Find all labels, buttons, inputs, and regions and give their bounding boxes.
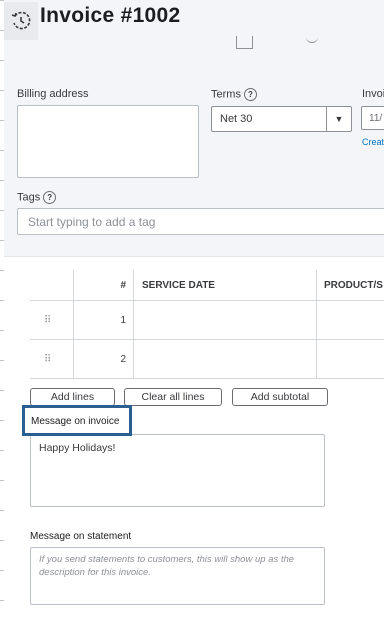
- checkbox-partial[interactable]: [236, 36, 253, 49]
- invoice-date-label: Invoi: [362, 88, 384, 100]
- invoice-date-input[interactable]: 11/: [361, 106, 384, 130]
- message-on-invoice-label: Message on invoice: [22, 405, 132, 436]
- add-lines-button[interactable]: Add lines: [30, 388, 115, 406]
- header-service-date[interactable]: SERVICE DATE: [142, 270, 215, 300]
- header-num: #: [120, 279, 126, 291]
- create-link[interactable]: Creat: [362, 137, 384, 147]
- help-icon[interactable]: ?: [243, 88, 257, 101]
- billing-address-label: Billing address: [17, 88, 89, 100]
- header-product[interactable]: PRODUCT/S: [324, 270, 383, 300]
- column-divider: [133, 340, 134, 378]
- terms-select[interactable]: Net 30 ▼: [211, 106, 352, 132]
- table-row[interactable]: ⠿ 2: [30, 340, 384, 379]
- tags-label-text: Tags: [17, 191, 41, 204]
- clear-all-lines-button[interactable]: Clear all lines: [124, 388, 222, 406]
- message-on-statement-input[interactable]: If you send statements to customers, thi…: [30, 547, 325, 605]
- column-divider: [316, 340, 317, 378]
- terms-label-text: Terms: [211, 88, 241, 101]
- terms-label: Terms?: [211, 88, 257, 101]
- drag-handle-icon[interactable]: ⠿: [44, 340, 51, 378]
- column-divider: [133, 301, 134, 339]
- tags-label: Tags?: [17, 191, 57, 204]
- message-on-invoice-text: Happy Holidays!: [39, 442, 116, 454]
- row-number: 2: [120, 353, 126, 365]
- column-divider: [133, 270, 134, 300]
- billing-address-input[interactable]: [17, 105, 199, 178]
- table-header: # SERVICE DATE PRODUCT/S: [30, 270, 384, 301]
- product-table: # SERVICE DATE PRODUCT/S ⠿ 1 ⠿ 2: [30, 270, 384, 379]
- add-subtotal-button[interactable]: Add subtotal: [232, 388, 328, 406]
- message-on-statement-label: Message on statement: [30, 531, 132, 542]
- page-title: Invoice #1002: [40, 4, 181, 27]
- row-number: 1: [120, 314, 126, 326]
- history-clock-icon: [11, 11, 31, 30]
- message-on-invoice-input[interactable]: Happy Holidays!: [30, 434, 325, 507]
- history-button[interactable]: [4, 2, 38, 40]
- table-row[interactable]: ⠿ 1: [30, 301, 384, 340]
- column-divider: [316, 270, 317, 300]
- column-divider: [316, 301, 317, 339]
- tags-input[interactable]: Start typing to add a tag: [17, 208, 384, 235]
- chevron-down-icon[interactable]: ▼: [326, 107, 351, 131]
- drag-handle-icon[interactable]: ⠿: [44, 301, 51, 339]
- help-icon[interactable]: ?: [43, 191, 57, 204]
- terms-selected-value: Net 30: [220, 113, 253, 125]
